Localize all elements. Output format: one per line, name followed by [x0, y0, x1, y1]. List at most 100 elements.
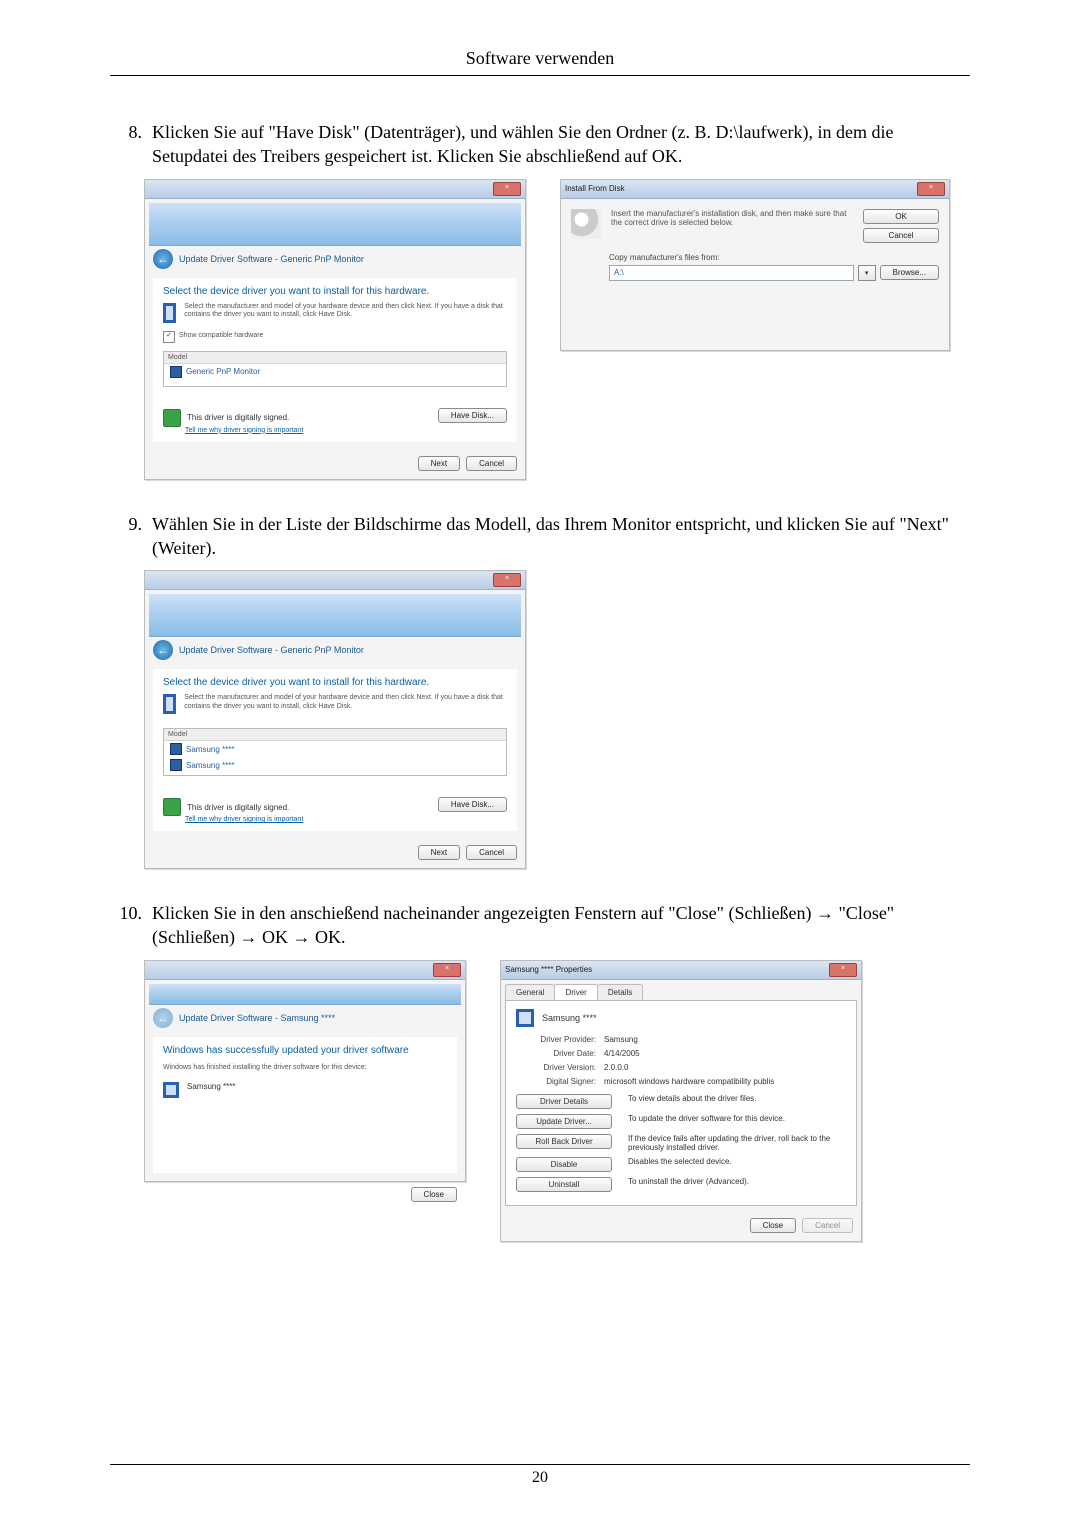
wizard1-titlebar: ×: [145, 180, 525, 199]
step-9: 9. Wählen Sie in der Liste der Bildschir…: [110, 512, 970, 561]
ifd-path-input[interactable]: A:\: [609, 265, 854, 281]
dropdown-icon[interactable]: ▾: [858, 265, 876, 281]
hardware-icon: [163, 694, 176, 714]
ok-button[interactable]: OK: [863, 209, 939, 224]
lbl-provider: Driver Provider:: [516, 1035, 596, 1044]
have-disk-button[interactable]: Have Disk...: [438, 408, 507, 423]
txt-rollback: If the device fails after updating the d…: [628, 1134, 846, 1152]
close-button[interactable]: Close: [750, 1218, 796, 1233]
success-device: Samsung ****: [187, 1082, 235, 1091]
close-icon[interactable]: ×: [433, 963, 461, 977]
cancel-button[interactable]: Cancel: [863, 228, 939, 243]
wizard-select-driver-generic: × ← Update Driver Software - Generic PnP…: [144, 179, 526, 480]
disc-icon: [571, 209, 601, 239]
tab-driver[interactable]: Driver: [554, 984, 597, 1000]
header-rule: [110, 75, 970, 76]
step-8-number: 8.: [110, 120, 152, 169]
props-device: Samsung ****: [542, 1013, 597, 1023]
model-item-generic[interactable]: Generic PnP Monitor: [164, 364, 506, 380]
driver-properties-dialog: Samsung **** Properties × General Driver…: [500, 960, 862, 1242]
page-number: 20: [110, 1469, 970, 1487]
ifd-title: Install From Disk: [565, 184, 625, 193]
val-date: 4/14/2005: [604, 1049, 846, 1058]
monitor-icon: [170, 743, 182, 755]
wizard-success: × ← Update Driver Software - Samsung ***…: [144, 960, 466, 1182]
wizard1-desc: Select the manufacturer and model of you…: [184, 303, 507, 320]
txt-update: To update the driver software for this d…: [628, 1114, 846, 1123]
back-icon: ←: [153, 1008, 173, 1028]
rollback-driver-button[interactable]: Roll Back Driver: [516, 1134, 612, 1149]
signing-link[interactable]: Tell me why driver signing is important: [185, 816, 303, 823]
uninstall-button[interactable]: Uninstall: [516, 1177, 612, 1192]
compat-checkbox[interactable]: ✓: [163, 331, 175, 343]
model-item-samsung-2[interactable]: Samsung ****: [164, 757, 506, 773]
shield-icon: [163, 798, 181, 816]
disable-button[interactable]: Disable: [516, 1157, 612, 1172]
back-icon[interactable]: ←: [153, 640, 173, 660]
txt-disable: Disables the selected device.: [628, 1157, 846, 1166]
monitor-icon: [170, 759, 182, 771]
ifd-message: Insert the manufacturer's installation d…: [611, 209, 853, 228]
wizard1-breadcrumb: Update Driver Software - Generic PnP Mon…: [179, 254, 364, 264]
txt-uninstall: To uninstall the driver (Advanced).: [628, 1177, 846, 1186]
tab-details[interactable]: Details: [597, 984, 643, 1000]
model-item-label: Samsung ****: [186, 745, 234, 754]
success-heading: Windows has successfully updated your dr…: [163, 1045, 447, 1056]
driver-details-button[interactable]: Driver Details: [516, 1094, 612, 1109]
step-9-number: 9.: [110, 512, 152, 561]
wizard2-heading: Select the device driver you want to ins…: [163, 677, 507, 688]
model-item-label: Samsung ****: [186, 761, 234, 770]
lbl-version: Driver Version:: [516, 1063, 596, 1072]
wizard1-heading: Select the device driver you want to ins…: [163, 286, 507, 297]
install-from-disk-dialog: Install From Disk × Insert the manufactu…: [560, 179, 950, 351]
have-disk-button[interactable]: Have Disk...: [438, 797, 507, 812]
close-icon[interactable]: ×: [829, 963, 857, 977]
footer-rule: [110, 1464, 970, 1465]
shield-icon: [163, 409, 181, 427]
browse-button[interactable]: Browse...: [880, 265, 939, 280]
update-driver-button[interactable]: Update Driver...: [516, 1114, 612, 1129]
cancel-button[interactable]: Cancel: [466, 845, 517, 860]
signing-link[interactable]: Tell me why driver signing is important: [185, 427, 303, 434]
model-header: Model: [164, 729, 506, 741]
monitor-icon: [163, 1082, 179, 1098]
close-icon[interactable]: ×: [917, 182, 945, 196]
compat-label: Show compatible hardware: [179, 332, 263, 340]
next-button[interactable]: Next: [418, 845, 460, 860]
props-title: Samsung **** Properties: [505, 965, 592, 974]
val-version: 2.0.0.0: [604, 1063, 846, 1072]
next-button[interactable]: Next: [418, 456, 460, 471]
val-signer: microsoft windows hardware compatibility…: [604, 1077, 846, 1086]
wizard1-banner: [149, 203, 521, 246]
model-header: Model: [164, 352, 506, 364]
step-10-number: 10.: [110, 901, 152, 950]
wizard2-banner: [149, 594, 521, 637]
wizard2-desc: Select the manufacturer and model of you…: [184, 694, 507, 711]
lbl-date: Driver Date:: [516, 1049, 596, 1058]
wizard2-breadcrumb: Update Driver Software - Generic PnP Mon…: [179, 645, 364, 655]
step-10: 10. Klicken Sie in den anschießend nache…: [110, 901, 970, 950]
txt-details: To view details about the driver files.: [628, 1094, 846, 1103]
success-desc: Windows has finished installing the driv…: [163, 1064, 447, 1072]
back-icon[interactable]: ←: [153, 249, 173, 269]
wizard3-banner: [149, 984, 461, 1005]
signed-text: This driver is digitally signed.: [187, 413, 289, 422]
monitor-icon: [516, 1009, 534, 1027]
ifd-copy-label: Copy manufacturer's files from:: [609, 253, 939, 262]
lbl-signer: Digital Signer:: [516, 1077, 596, 1086]
page-header: Software verwenden: [110, 48, 970, 69]
monitor-icon: [170, 366, 182, 378]
tab-general[interactable]: General: [505, 984, 555, 1000]
signed-text: This driver is digitally signed.: [187, 803, 289, 812]
close-icon[interactable]: ×: [493, 573, 521, 587]
step-8-text: Klicken Sie auf "Have Disk" (Datenträger…: [152, 120, 970, 169]
wizard3-breadcrumb: Update Driver Software - Samsung ****: [179, 1013, 335, 1023]
step-9-text: Wählen Sie in der Liste der Bildschirme …: [152, 512, 970, 561]
hardware-icon: [163, 303, 176, 323]
close-icon[interactable]: ×: [493, 182, 521, 196]
close-button[interactable]: Close: [411, 1187, 457, 1202]
cancel-button[interactable]: Cancel: [466, 456, 517, 471]
model-item-samsung-1[interactable]: Samsung ****: [164, 741, 506, 757]
cancel-button: Cancel: [802, 1218, 853, 1233]
step-8: 8. Klicken Sie auf "Have Disk" (Datenträ…: [110, 120, 970, 169]
